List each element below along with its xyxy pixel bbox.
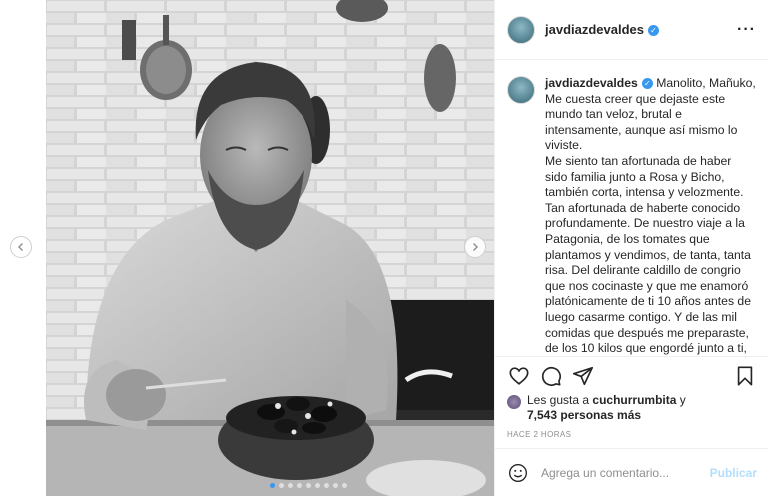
add-comment-form: Publicar xyxy=(495,448,768,496)
post-photo[interactable] xyxy=(46,0,494,496)
author-username[interactable]: javdiazdevaldes xyxy=(545,22,644,37)
comments-section[interactable]: javdiazdevaldes ✓ Manolito, Mañuko, Me cu… xyxy=(495,60,768,357)
likes-prefix: Les gusta a xyxy=(527,393,590,407)
likes-joiner: y xyxy=(679,393,686,407)
chevron-right-icon xyxy=(473,243,478,251)
caption-avatar[interactable] xyxy=(507,76,535,104)
emoji-icon xyxy=(509,463,527,482)
liked-by-username[interactable]: cuchurrumbita xyxy=(592,393,676,407)
post-caption: javdiazdevaldes ✓ Manolito, Mañuko, Me cu… xyxy=(507,76,757,356)
post-image xyxy=(46,0,494,496)
bookmark-icon xyxy=(737,366,753,386)
carousel-dot xyxy=(279,483,284,488)
likes-count-link[interactable]: 7,543 personas más xyxy=(527,408,641,422)
carousel-indicator xyxy=(270,483,347,488)
caption-line: Me siento tan afortunada de haber sido f… xyxy=(545,153,744,200)
likes-text: Les gusta a cuchurrumbita y 7,543 person… xyxy=(527,393,686,423)
heart-icon xyxy=(509,367,529,385)
carousel-dot xyxy=(315,483,320,488)
comment-button[interactable] xyxy=(539,364,563,388)
post-timestamp[interactable]: HACE 2 HORAS xyxy=(507,430,571,439)
publish-button[interactable]: Publicar xyxy=(710,466,757,480)
carousel-dot xyxy=(333,483,338,488)
post-side-panel: javdiazdevaldes ✓ ··· javdiazdevaldes ✓ Ma… xyxy=(494,0,768,496)
carousel-dot xyxy=(288,483,293,488)
caption-line: Tan afortunada de haberte conocido profu… xyxy=(545,200,751,356)
caption-line: Manolito, Mañuko, xyxy=(656,76,756,90)
carousel-dot xyxy=(306,483,311,488)
chevron-left-icon xyxy=(18,243,23,251)
likes-summary: Les gusta a cuchurrumbita y 7,543 person… xyxy=(507,393,757,423)
next-slide-button[interactable] xyxy=(464,236,486,258)
carousel-dot xyxy=(270,483,275,488)
carousel-dot xyxy=(324,483,329,488)
verified-badge-icon: ✓ xyxy=(641,78,653,90)
caption-text: javdiazdevaldes ✓ Manolito, Mañuko, Me cu… xyxy=(545,76,757,356)
action-bar xyxy=(507,362,757,390)
caption-username[interactable]: javdiazdevaldes xyxy=(545,76,638,90)
more-icon: ··· xyxy=(737,20,756,38)
save-button[interactable] xyxy=(733,364,757,388)
comment-input[interactable] xyxy=(541,465,701,480)
verified-badge-icon: ✓ xyxy=(648,25,659,37)
liker-avatar[interactable] xyxy=(507,395,521,409)
comment-icon xyxy=(541,366,561,386)
carousel-dot xyxy=(342,483,347,488)
previous-slide-button[interactable] xyxy=(10,236,32,258)
author-username-link[interactable]: javdiazdevaldes ✓ xyxy=(545,22,659,37)
like-button[interactable] xyxy=(507,364,531,388)
post-header: javdiazdevaldes ✓ ··· xyxy=(495,0,768,60)
paper-plane-icon xyxy=(573,366,593,386)
caption-line: Me cuesta creer que dejaste este mundo t… xyxy=(545,91,738,153)
emoji-button[interactable] xyxy=(507,462,529,484)
more-options-button[interactable]: ··· xyxy=(737,21,756,39)
avatar[interactable] xyxy=(507,15,535,44)
carousel-dot xyxy=(297,483,302,488)
share-button[interactable] xyxy=(571,364,595,388)
